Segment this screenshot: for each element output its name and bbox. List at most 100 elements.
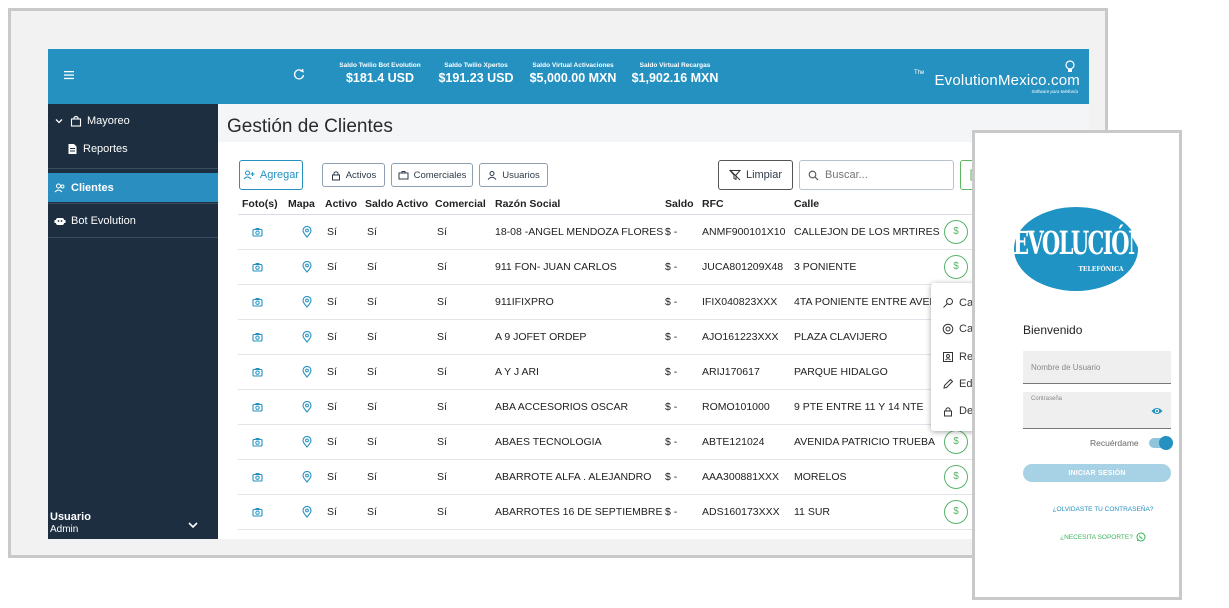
table-row[interactable]: Sí Sí Sí A 9 JOFET ORDEP $ - AJO161223XXX PLAZ…: [238, 319, 1004, 355]
username-field[interactable]: Nombre de Usuario: [1023, 351, 1171, 384]
search-input[interactable]: [825, 169, 945, 181]
filter-comerciales-button[interactable]: Comerciales: [391, 163, 473, 187]
cell-saldo-activo: Sí: [365, 494, 435, 530]
password-field[interactable]: Contraseña: [1023, 392, 1171, 429]
table-row[interactable]: Sí Sí Sí 911 FON- JUAN CARLOS $ - JUCA801209X…: [238, 249, 1004, 285]
camera-icon[interactable]: [252, 297, 288, 307]
column-header[interactable]: Calle: [794, 194, 944, 215]
map-pin-icon[interactable]: [302, 470, 325, 483]
map-pin-icon[interactable]: [302, 435, 325, 448]
search-field[interactable]: [799, 160, 954, 190]
camera-icon[interactable]: [252, 507, 288, 517]
clear-filters-button[interactable]: Limpiar: [718, 160, 793, 190]
logo-brand: EvolutionMexico.com: [934, 72, 1080, 89]
column-header[interactable]: Activo: [325, 194, 365, 215]
remember-label: Recuérdame: [1090, 438, 1139, 448]
login-button[interactable]: INICIAR SESIÓN: [1023, 464, 1171, 482]
cell-calle: 9 PTE ENTRE 11 Y 14 NTE: [794, 389, 944, 425]
cell-activo: Sí: [325, 494, 365, 530]
remember-me: Recuérdame: [1090, 436, 1173, 450]
table-row[interactable]: Sí Sí Sí ABA ACCESORIOS OSCAR $ - ROMO101000 9…: [238, 389, 1004, 425]
support-label: ¿NECESITA SOPORTE?: [1060, 533, 1133, 541]
camera-icon[interactable]: [252, 437, 288, 447]
lock-icon: [941, 406, 955, 417]
map-pin-icon[interactable]: [302, 260, 325, 273]
filter-usuarios-button[interactable]: Usuarios: [479, 163, 548, 187]
map-pin-icon[interactable]: [302, 505, 325, 518]
balance-action-button[interactable]: $: [944, 499, 968, 524]
camera-icon[interactable]: [252, 367, 288, 377]
map-pin-icon[interactable]: [302, 225, 325, 238]
camera-icon[interactable]: [252, 402, 288, 412]
menu-icon[interactable]: [62, 68, 76, 82]
sidebar-item-reportes[interactable]: Reportes: [48, 140, 218, 158]
column-header[interactable]: Saldo: [665, 194, 702, 215]
remember-toggle[interactable]: [1148, 436, 1173, 450]
eye-icon[interactable]: [1151, 406, 1163, 416]
table-row[interactable]: Sí Sí Sí ABARROTES 16 DE SEPTIEMBRE $ - ADS16…: [238, 494, 1004, 530]
balance-value: $5,000.00 MXN: [529, 71, 617, 85]
sidebar-item-mayoreo[interactable]: Mayoreo: [48, 112, 218, 130]
filter-activos-button[interactable]: Activos: [322, 163, 385, 187]
sidebar-item-clientes[interactable]: Clientes: [48, 173, 218, 202]
chevron-down-icon: [53, 115, 65, 127]
cell-saldo: $ -: [665, 494, 702, 530]
camera-icon[interactable]: [252, 262, 288, 272]
add-user-icon: [243, 169, 255, 181]
filter-label: Activos: [345, 169, 377, 181]
balance-action-button[interactable]: $: [944, 464, 968, 489]
lightbulb-icon: [1064, 59, 1076, 73]
map-pin-icon[interactable]: [302, 400, 325, 413]
map-pin-icon[interactable]: [302, 330, 325, 343]
cell-calle: PARQUE HIDALGO: [794, 354, 944, 390]
sidebar: Mayoreo Reportes Clientes Bot Evolution …: [48, 104, 218, 539]
balance-action-button[interactable]: $: [944, 429, 968, 454]
forgot-password-link[interactable]: ¿OLVIDASTE TU CONTRASEÑA?: [1023, 506, 1183, 513]
evolucion-logo: EVOLUCIÓN TELEFÓNICA: [1013, 206, 1147, 292]
table-row[interactable]: Sí Sí Sí A Y J ARI $ - ARIJ170617 PARQUE HIDAL…: [238, 354, 1004, 390]
balance-label: Saldo Twilio Xpertos: [444, 62, 508, 69]
chevron-down-icon[interactable]: [187, 520, 199, 530]
cell-rfc: JUCA801209X48: [702, 249, 794, 285]
cell-razon-social: 911IFIXPRO: [495, 284, 665, 320]
cell-activo: Sí: [325, 319, 365, 355]
logo-subtext: TELEFÓNICA: [1078, 266, 1124, 273]
add-client-button[interactable]: Agregar: [239, 160, 303, 190]
camera-icon[interactable]: [252, 227, 288, 237]
clear-button-label: Limpiar: [745, 169, 783, 181]
balance-action-button[interactable]: $: [944, 254, 968, 279]
support-link[interactable]: ¿NECESITA SOPORTE?: [1023, 532, 1183, 542]
user-menu[interactable]: Usuario Admin: [48, 509, 218, 539]
column-header[interactable]: Foto(s): [238, 194, 288, 215]
balance-value: $191.23 USD: [438, 71, 514, 85]
table-row[interactable]: Sí Sí Sí 911IFIXPRO $ - IFIX040823XXX 4TA PONI…: [238, 284, 1004, 320]
cell-comercial: Sí: [435, 459, 495, 495]
column-header[interactable]: Razón Social: [495, 194, 665, 215]
briefcase-icon: [398, 170, 409, 180]
logo-prefix: The: [914, 70, 925, 76]
sidebar-item-label: Reportes: [83, 143, 128, 155]
table-row[interactable]: Sí Sí Sí ABAES TECNOLOGIA $ - ABTE121024 AVENI…: [238, 424, 1004, 460]
column-header[interactable]: Mapa: [288, 194, 325, 215]
shopping-bag-icon: [70, 115, 82, 127]
column-header[interactable]: RFC: [702, 194, 794, 215]
cell-rfc: ARIJ170617: [702, 354, 794, 390]
cell-saldo-activo: Sí: [365, 284, 435, 320]
column-header[interactable]: Comercial: [435, 194, 495, 215]
refresh-icon[interactable]: [292, 67, 306, 81]
table-row[interactable]: Sí Sí Sí 18-08 -ANGEL MENDOZA FLORES $ - ANMF…: [238, 214, 1004, 250]
cell-calle: MORELOS: [794, 459, 944, 495]
cell-saldo: $ -: [665, 424, 702, 460]
cell-saldo: $ -: [665, 214, 702, 250]
cell-activo: Sí: [325, 284, 365, 320]
map-pin-icon[interactable]: [302, 365, 325, 378]
table-row[interactable]: Sí Sí Sí ABARROTE ALFA . ALEJANDRO $ - AAA300…: [238, 459, 1004, 495]
column-header[interactable]: Saldo Activo: [365, 194, 435, 215]
toggle-knob: [1158, 436, 1173, 450]
camera-icon[interactable]: [252, 332, 288, 342]
balance-action-button[interactable]: $: [944, 219, 968, 244]
lock-icon: [331, 170, 341, 181]
sidebar-item-bot-evolution[interactable]: Bot Evolution: [48, 212, 218, 230]
map-pin-icon[interactable]: [302, 295, 325, 308]
camera-icon[interactable]: [252, 472, 288, 482]
